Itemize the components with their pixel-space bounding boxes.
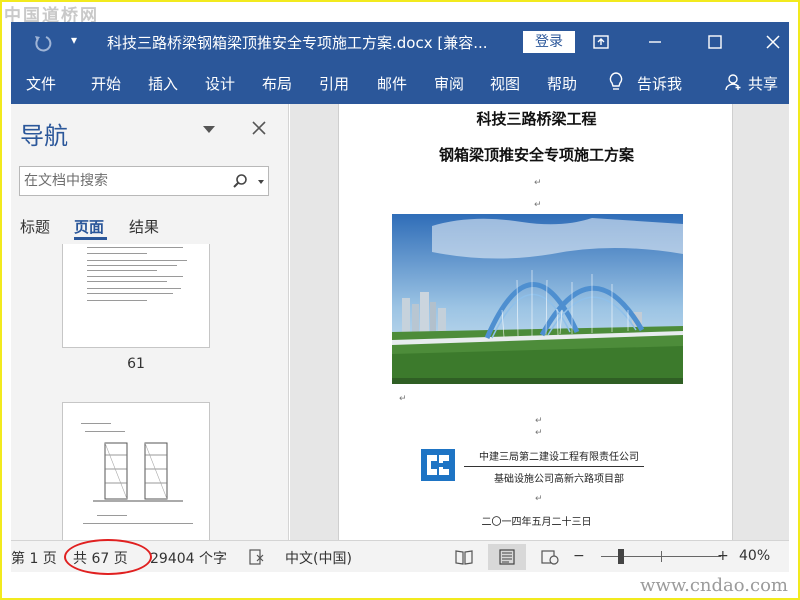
- nav-tab-results[interactable]: 结果: [129, 216, 159, 237]
- search-options-dropdown-icon[interactable]: [258, 180, 264, 184]
- share-button[interactable]: 共享: [748, 73, 778, 94]
- word-count[interactable]: 29404 个字: [150, 548, 227, 568]
- search-icon[interactable]: [232, 173, 248, 189]
- nav-options-dropdown-icon[interactable]: [203, 126, 215, 133]
- tab-review[interactable]: 审阅: [434, 73, 464, 94]
- thumbnail-drawing-icon: [93, 442, 183, 502]
- title-bar: ▾ 科技三路桥梁钢箱梁顶推安全专项施工方案.docx [兼容... 登录: [11, 22, 789, 62]
- highlight-circle: [64, 539, 152, 575]
- close-icon[interactable]: [763, 32, 783, 52]
- nav-pane-title: 导航: [20, 122, 68, 150]
- active-tab-indicator: [74, 237, 107, 240]
- paragraph-mark: ↵: [534, 178, 542, 188]
- minimize-icon[interactable]: [645, 32, 665, 52]
- login-button[interactable]: 登录: [523, 31, 575, 53]
- page-thumbnails: 61: [11, 244, 287, 540]
- proofing-icon[interactable]: [248, 549, 266, 565]
- lightbulb-icon[interactable]: [607, 71, 625, 93]
- department-name: 基础设施公司高新六路项目部: [494, 474, 624, 485]
- print-layout-icon[interactable]: [498, 549, 516, 565]
- bridge-photo: [392, 214, 683, 384]
- search-box: [19, 166, 269, 196]
- document-page[interactable]: 科技三路桥梁工程 钢箱梁顶推安全专项施工方案 ↵ ↵ ↵ ↵ ↵ 中建三局第二建…: [338, 104, 733, 540]
- share-person-icon[interactable]: [725, 73, 743, 91]
- document-date: 二〇一四年五月二十三日: [481, 517, 592, 528]
- tab-design[interactable]: 设计: [205, 73, 235, 94]
- zoom-level[interactable]: 40%: [739, 548, 770, 564]
- nav-tab-headings[interactable]: 标题: [20, 216, 50, 237]
- paragraph-mark: ↵: [535, 494, 543, 504]
- page-thumbnail[interactable]: [62, 402, 210, 540]
- tab-file[interactable]: 文件: [26, 73, 56, 94]
- read-mode-icon[interactable]: [455, 549, 473, 565]
- ribbon-tabs: 文件 开始 插入 设计 布局 引用 邮件 审阅 视图 帮助 告诉我 共享: [11, 62, 789, 104]
- zoom-slider-center-tick: [661, 551, 662, 562]
- tab-view[interactable]: 视图: [490, 73, 520, 94]
- document-title: 科技三路桥梁钢箱梁顶推安全专项施工方案.docx [兼容...: [107, 34, 488, 52]
- tab-home[interactable]: 开始: [91, 73, 121, 94]
- watermark-bottom: www.cndao.com: [640, 575, 788, 596]
- nav-tab-pages[interactable]: 页面: [74, 216, 104, 237]
- thumbnail-page-label: 61: [127, 356, 145, 372]
- search-input[interactable]: [24, 171, 224, 191]
- paragraph-mark: ↵: [534, 200, 542, 210]
- page-indicator[interactable]: 第 1 页: [11, 548, 57, 568]
- nav-close-icon[interactable]: [251, 120, 267, 136]
- company-name: 中建三局第二建设工程有限责任公司: [479, 452, 639, 463]
- cscec-logo: [421, 449, 455, 481]
- language-indicator[interactable]: 中文(中国): [285, 548, 352, 568]
- page-thumbnail[interactable]: [62, 244, 210, 348]
- tab-layout[interactable]: 布局: [262, 73, 292, 94]
- document-title-line1: 科技三路桥梁工程: [476, 110, 597, 128]
- tab-references[interactable]: 引用: [319, 73, 349, 94]
- web-layout-icon[interactable]: [541, 549, 559, 565]
- zoom-in-button[interactable]: +: [717, 548, 729, 564]
- zoom-slider-thumb[interactable]: [618, 549, 624, 564]
- paragraph-mark: ↵: [535, 428, 543, 438]
- tab-mailings[interactable]: 邮件: [377, 73, 407, 94]
- ribbon-display-icon[interactable]: [591, 32, 611, 52]
- tab-help[interactable]: 帮助: [547, 73, 577, 94]
- company-divider: [464, 466, 644, 467]
- maximize-icon[interactable]: [705, 32, 725, 52]
- undo-icon[interactable]: [31, 31, 53, 53]
- document-area[interactable]: 科技三路桥梁工程 钢箱梁顶推安全专项施工方案 ↵ ↵ ↵ ↵ ↵ 中建三局第二建…: [290, 104, 789, 540]
- paragraph-mark: ↵: [399, 394, 407, 404]
- zoom-out-button[interactable]: −: [573, 548, 585, 564]
- qat-dropdown-icon[interactable]: ▾: [71, 33, 77, 47]
- paragraph-mark: ↵: [535, 416, 543, 426]
- document-title-line2: 钢箱梁顶推安全专项施工方案: [438, 146, 634, 164]
- tab-insert[interactable]: 插入: [148, 73, 178, 94]
- navigation-pane: 导航 标题 页面 结果 61: [11, 104, 289, 540]
- tell-me-search[interactable]: 告诉我: [637, 73, 682, 94]
